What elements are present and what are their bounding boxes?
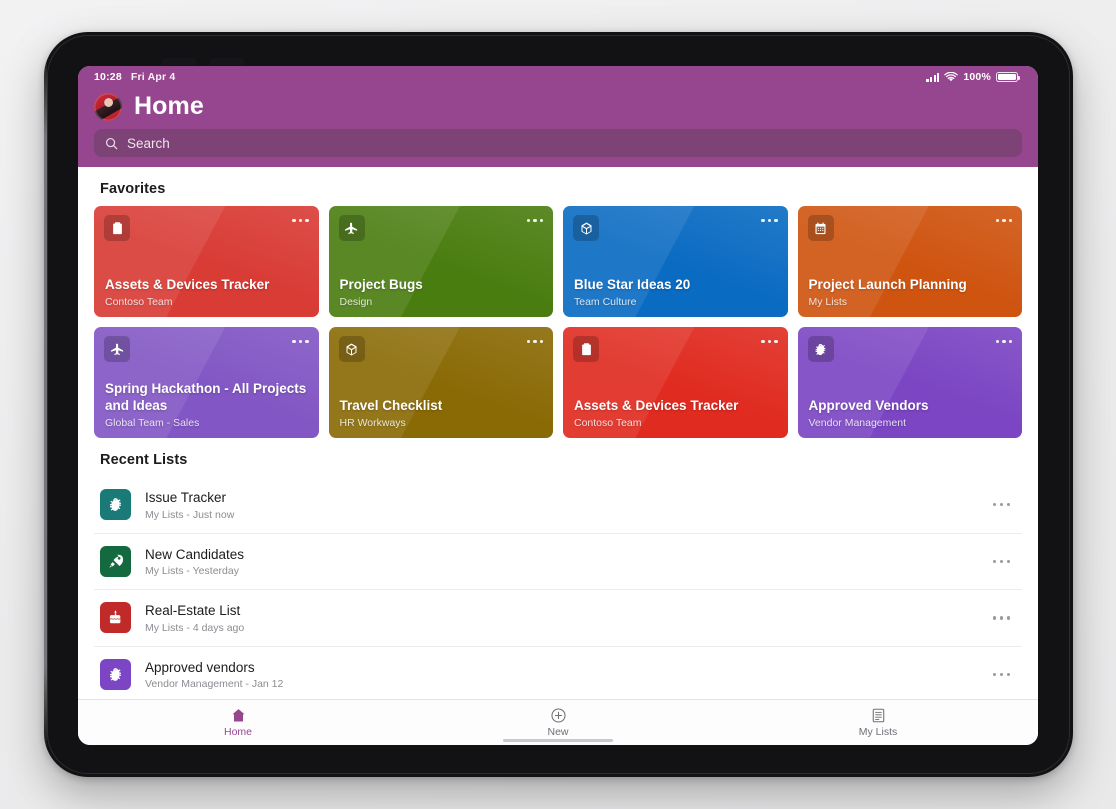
favorite-card-subtitle: HR Workways <box>339 417 406 429</box>
more-options-icon[interactable] <box>987 667 1016 682</box>
more-options-icon[interactable] <box>526 340 543 344</box>
cellular-signal-icon <box>926 72 940 82</box>
list-item-title: New Candidates <box>145 546 245 562</box>
tab-home[interactable]: Home <box>78 700 398 745</box>
search-input[interactable]: Search <box>94 129 1022 157</box>
volume-up-button[interactable] <box>162 58 196 65</box>
status-bar-time: 10:28 <box>94 71 122 83</box>
status-bar-date: Fri Apr 4 <box>130 71 176 83</box>
volume-down-button[interactable] <box>210 58 244 65</box>
favorite-card-subtitle: Vendor Management <box>808 417 906 429</box>
favorite-card[interactable]: Travel Checklist HR Workways <box>328 327 553 438</box>
favorite-card-title: Project Bugs <box>339 277 423 293</box>
list-item-title: Real-Estate List <box>145 603 241 619</box>
favorite-card-subtitle: Contoso Team <box>574 417 642 429</box>
more-options-icon[interactable] <box>526 219 543 223</box>
list-item-text: New Candidates My Lists - Yesterday <box>145 546 973 578</box>
plus-circle-icon <box>550 708 566 723</box>
favorite-card-subtitle: Global Team - Sales <box>105 417 200 429</box>
list-item[interactable]: Approved vendors Vendor Management - Jan … <box>94 647 1022 699</box>
avatar[interactable] <box>94 92 122 121</box>
list-item-meta: Vendor Management - Jan 12 <box>145 678 284 691</box>
tab-label: My Lists <box>858 726 898 738</box>
favorite-card[interactable]: Blue Star Ideas 20 Team Culture <box>563 206 788 317</box>
favorite-card-title: Travel Checklist <box>339 398 443 414</box>
favorites-section-title: Favorites <box>100 181 166 197</box>
favorite-card[interactable]: Project Bugs Design <box>328 206 553 317</box>
favorite-card-title: Spring Hackathon - All Projects and Idea… <box>105 381 307 414</box>
favorite-card-subtitle: Team Culture <box>574 296 637 308</box>
recent-section-title: Recent Lists <box>100 452 188 468</box>
more-options-icon[interactable] <box>995 340 1012 344</box>
more-options-icon[interactable] <box>987 610 1016 625</box>
list-item-text: Real-Estate List My Lists - 4 days ago <box>145 602 973 634</box>
battery-percent-label: 100% <box>963 71 991 83</box>
bug-icon <box>807 336 834 362</box>
bug-icon <box>100 658 131 690</box>
list-item-meta: My Lists - Just now <box>145 508 235 521</box>
list-item[interactable]: Real-Estate List My Lists - 4 days ago <box>94 590 1022 647</box>
home-icon <box>231 709 245 722</box>
device-screen: 10:28 Fri Apr 4 100% Home Search Favorit… <box>78 66 1038 745</box>
bug-icon <box>100 489 131 521</box>
list-icon <box>872 708 884 723</box>
favorite-card[interactable]: Assets & Devices Tracker Contoso Team <box>563 327 788 438</box>
clipboard-icon <box>573 336 599 362</box>
cube-icon <box>573 215 599 241</box>
clipboard-icon <box>104 215 130 241</box>
page-title: Home <box>134 92 204 120</box>
favorite-card-subtitle: Design <box>339 296 373 308</box>
content-area: Favorites Assets & Devices Tracker Contos… <box>78 167 1038 699</box>
cube-icon <box>338 336 365 362</box>
tab-label: New <box>547 726 569 738</box>
status-bar: 10:28 Fri Apr 4 100% <box>78 66 1038 88</box>
more-options-icon[interactable] <box>292 340 309 344</box>
favorite-card-title: Blue Star Ideas 20 <box>574 277 691 293</box>
header-title-row: Home <box>78 88 1038 129</box>
home-indicator <box>503 738 613 742</box>
search-container: Search <box>78 129 1038 167</box>
list-item[interactable]: Issue Tracker My Lists - Just now <box>94 477 1022 534</box>
favorite-card[interactable]: Approved Vendors Vendor Management <box>797 327 1022 438</box>
list-item-text: Issue Tracker My Lists - Just now <box>145 489 973 521</box>
favorite-card-title: Assets & Devices Tracker <box>574 398 739 414</box>
airplane-icon <box>338 215 365 241</box>
favorites-grid: Assets & Devices Tracker Contoso Team Proj… <box>94 206 1022 438</box>
device-edge-highlight <box>44 52 47 752</box>
more-options-icon[interactable] <box>761 219 778 223</box>
tab-my-lists[interactable]: My Lists <box>718 700 1038 745</box>
favorite-card[interactable]: Project Launch Planning My Lists <box>797 206 1022 317</box>
more-options-icon[interactable] <box>987 497 1016 512</box>
favorite-card-subtitle: My Lists <box>808 296 848 308</box>
list-item-text: Approved vendors Vendor Management - Jan … <box>145 659 973 691</box>
calendar-icon <box>807 215 834 241</box>
status-bar-indicators: 100% <box>926 71 1021 83</box>
favorite-card-title: Assets & Devices Tracker <box>105 277 270 293</box>
recent-lists: Issue Tracker My Lists - Just now New Cand… <box>94 477 1022 699</box>
screenshot-stage: 10:28 Fri Apr 4 100% Home Search Favorit… <box>0 0 1116 809</box>
list-item-meta: My Lists - Yesterday <box>145 565 239 578</box>
more-options-icon[interactable] <box>987 554 1016 569</box>
rocket-icon <box>100 545 131 577</box>
list-item-title: Approved vendors <box>145 659 255 675</box>
search-icon <box>105 137 118 149</box>
list-item-meta: My Lists - 4 days ago <box>145 621 245 634</box>
favorite-card-title: Project Launch Planning <box>808 277 967 293</box>
list-item-title: Issue Tracker <box>145 490 227 505</box>
app-header: 10:28 Fri Apr 4 100% Home Search <box>78 66 1038 167</box>
more-options-icon[interactable] <box>292 219 309 223</box>
cake-icon <box>100 602 131 634</box>
battery-icon <box>996 72 1021 82</box>
list-item[interactable]: New Candidates My Lists - Yesterday <box>94 534 1022 591</box>
favorite-card-title: Approved Vendors <box>808 398 929 414</box>
favorite-card[interactable]: Spring Hackathon - All Projects and Idea… <box>94 327 319 438</box>
more-options-icon[interactable] <box>995 219 1012 223</box>
airplane-icon <box>104 336 130 362</box>
search-placeholder: Search <box>127 135 170 151</box>
favorite-card-subtitle: Contoso Team <box>105 296 173 308</box>
wifi-icon <box>944 72 959 82</box>
tab-label: Home <box>223 726 252 738</box>
favorite-card[interactable]: Assets & Devices Tracker Contoso Team <box>94 206 319 317</box>
more-options-icon[interactable] <box>761 340 778 344</box>
